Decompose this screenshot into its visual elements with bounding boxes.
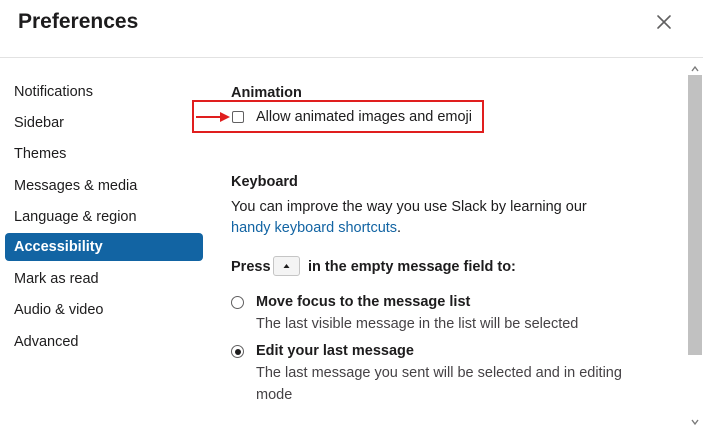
sidebar-item-notifications[interactable]: Notifications: [5, 78, 203, 106]
option-move-focus-label[interactable]: Move focus to the message list: [256, 294, 470, 310]
keyboard-shortcuts-line: handy keyboard shortcuts.: [231, 218, 401, 239]
option-move-focus-description: The last visible message in the list wil…: [256, 316, 579, 332]
keyboard-section-title: Keyboard: [231, 174, 298, 190]
close-icon: [657, 15, 671, 29]
keyboard-description: You can improve the way you use Slack by…: [231, 199, 587, 215]
option-edit-last-description: The last message you sent will be select…: [256, 365, 622, 381]
keyboard-link-suffix: .: [397, 220, 402, 236]
dialog-title: Preferences: [18, 10, 139, 33]
option-edit-last-description-line2: mode: [256, 387, 293, 403]
sidebar-item-sidebar[interactable]: Sidebar: [5, 109, 203, 137]
sidebar-item-messages-media[interactable]: Messages & media: [5, 172, 203, 200]
option-edit-last-label[interactable]: Edit your last message: [256, 343, 414, 359]
red-arrow-icon: [196, 112, 230, 122]
scrollbar-thumb[interactable]: [688, 75, 702, 355]
dialog-header: Preferences: [0, 0, 703, 58]
animation-checkbox[interactable]: [232, 111, 244, 123]
animation-section-title: Animation: [231, 85, 302, 101]
sidebar-item-themes[interactable]: Themes: [5, 140, 203, 168]
sidebar-item-accessibility[interactable]: Accessibility: [5, 233, 203, 261]
sidebar-item-mark-as-read[interactable]: Mark as read: [5, 265, 203, 293]
scroll-down-button[interactable]: [689, 415, 701, 427]
close-button[interactable]: [652, 10, 676, 34]
scroll-down-icon: [691, 419, 699, 426]
arrow-up-icon: [283, 264, 290, 268]
press-prefix: Press: [231, 259, 271, 275]
scroll-up-button[interactable]: [689, 62, 701, 74]
sidebar-item-audio-video[interactable]: Audio & video: [5, 296, 203, 324]
radio-edit-last-message[interactable]: [231, 345, 244, 358]
keyboard-shortcuts-link[interactable]: handy keyboard shortcuts: [231, 220, 397, 236]
radio-move-focus[interactable]: [231, 296, 244, 309]
up-arrow-key: [273, 256, 300, 276]
sidebar-item-language-region[interactable]: Language & region: [5, 203, 203, 231]
scroll-up-icon: [691, 65, 699, 72]
press-suffix: in the empty message field to:: [308, 259, 516, 275]
sidebar-item-advanced[interactable]: Advanced: [5, 328, 203, 356]
animation-checkbox-label[interactable]: Allow animated images and emoji: [256, 107, 472, 128]
